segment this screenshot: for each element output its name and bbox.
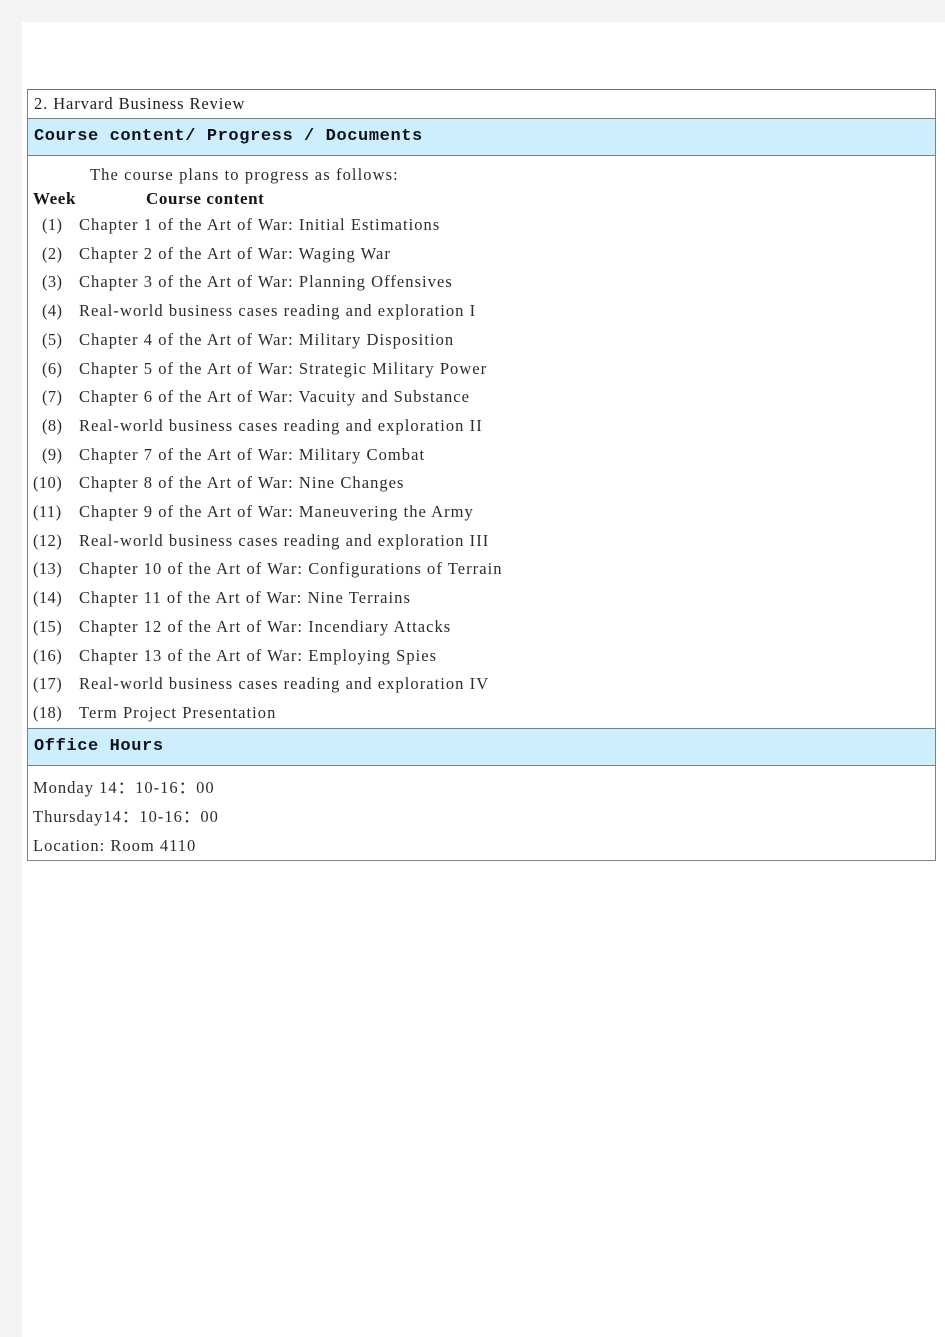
reference-title-text: 2. Harvard Business Review [34,94,246,113]
week-number: (2) [42,243,63,263]
course-content-heading: Course content/ Progress / Documents [34,127,423,146]
column-header-week: Week [33,189,77,208]
week-list-item: (10) Chapter 8 of the Art of War: Nine Ch… [28,469,935,498]
week-list-item: (2) Chapter 2 of the Art of War: Waging W… [28,240,935,269]
week-number: (4) [42,301,63,321]
week-number: (11) [33,502,62,522]
week-list-item: (6) Chapter 5 of the Art of War: Strategi… [28,355,935,384]
office-hours-heading: Office Hours [34,736,164,756]
week-list-item: (18) Term Project Presentation [28,699,935,728]
office-hours-line: Thursday14：10-16：00 [33,806,219,826]
week-number: (8) [42,415,63,435]
office-hours-line: Location: Room 4110 [33,835,197,855]
week-content: Chapter 11 of the Art of War: Nine Terra… [79,588,411,608]
week-content: Chapter 2 of the Art of War: Waging War [79,243,391,263]
week-list-item: (13) Chapter 10 of the Art of War: Config… [28,555,935,584]
week-number: (16) [33,645,63,665]
week-list-item: (17) Real-world business cases reading an… [28,670,935,699]
syllabus-table: 2. Harvard Business Review Course conten… [27,89,936,861]
week-content: Chapter 13 of the Art of War: Employing … [79,645,438,665]
course-body-cell: The course plans to progress as follows:… [27,155,936,729]
week-schedule-list: (1) Chapter 1 of the Art of War: Initial … [28,210,935,728]
week-content: Chapter 5 of the Art of War: Strategic M… [79,358,488,378]
table-row-office-hours-body: Monday 14：10-16：00 Thursday14：10-16：00 Loc… [27,764,936,861]
week-list-item: (9) Chapter 7 of the Art of War: Military… [28,441,935,470]
week-list-item: (14) Chapter 11 of the Art of War: Nine T… [28,584,935,613]
table-row-course-body: The course plans to progress as follows:… [27,155,936,729]
week-list-item: (16) Chapter 13 of the Art of War: Employ… [28,642,935,671]
week-content: Chapter 3 of the Art of War: Planning Of… [79,272,453,292]
document-page: 2. Harvard Business Review Course conten… [22,22,945,1337]
office-hours-body-cell: Monday 14：10-16：00 Thursday14：10-16：00 Loc… [27,764,936,861]
week-number: (14) [33,588,63,608]
week-number: (12) [33,530,63,550]
week-number: (15) [33,616,63,636]
week-list-item: (7) Chapter 6 of the Art of War: Vacuity … [28,383,935,412]
week-content: Chapter 1 of the Art of War: Initial Est… [79,215,441,234]
table-row-section-heading: Course content/ Progress / Documents [27,118,936,156]
week-content: Real-world business cases reading and ex… [79,415,483,435]
office-hours-band-cell: Office Hours [27,727,936,766]
week-content: Chapter 4 of the Art of War: Military Di… [79,329,455,349]
week-list-item: (8) Real-world business cases reading and… [28,412,935,441]
table-row-office-hours-heading: Office Hours [27,727,936,766]
week-number: (18) [33,702,63,722]
week-content: Term Project Presentation [79,702,277,722]
week-number: (13) [33,559,63,579]
week-number: (1) [42,215,63,234]
week-number: (9) [42,444,63,464]
week-content: Chapter 10 of the Art of War: Configurat… [79,559,503,579]
week-content: Chapter 6 of the Art of War: Vacuity and… [79,387,471,407]
week-columns-header: Week Course content [28,187,935,210]
week-number: (5) [42,329,63,349]
week-number: (3) [42,272,63,292]
reference-title-cell: 2. Harvard Business Review [27,89,936,119]
week-list-item: (1) Chapter 1 of the Art of War: Initial … [28,211,935,240]
week-content: Chapter 9 of the Art of War: Maneuvering… [79,502,474,522]
week-content: Chapter 8 of the Art of War: Nine Change… [79,473,405,493]
office-hours-list: Monday 14：10-16：00 Thursday14：10-16：00 Loc… [28,766,935,860]
week-list-item: (3) Chapter 3 of the Art of War: Planning… [28,268,935,297]
week-content: Chapter 12 of the Art of War: Incendiary… [79,616,452,636]
table-row-title: 2. Harvard Business Review [27,89,936,119]
week-number: (10) [33,473,63,493]
week-content: Real-world business cases reading and ex… [79,530,490,550]
week-list-item: (12) Real-world business cases reading an… [28,527,935,556]
week-number: (7) [42,387,63,407]
week-list-item: (15) Chapter 12 of the Art of War: Incend… [28,613,935,642]
intro-line: The course plans to progress as follows: [90,165,399,184]
week-content: Real-world business cases reading and ex… [79,301,477,321]
week-list-item: (11) Chapter 9 of the Art of War: Maneuve… [28,498,935,527]
week-number: (6) [42,358,63,378]
week-list-item: (4) Real-world business cases reading and… [28,297,935,326]
week-content: Real-world business cases reading and ex… [79,674,490,694]
week-content: Chapter 7 of the Art of War: Military Co… [79,444,426,464]
office-hours-line: Monday 14：10-16：00 [33,777,215,797]
course-content-band-cell: Course content/ Progress / Documents [27,118,936,156]
week-number: (17) [33,674,63,694]
week-list-item: (5) Chapter 4 of the Art of War: Military… [28,326,935,355]
column-header-course-content: Course content [146,189,265,208]
